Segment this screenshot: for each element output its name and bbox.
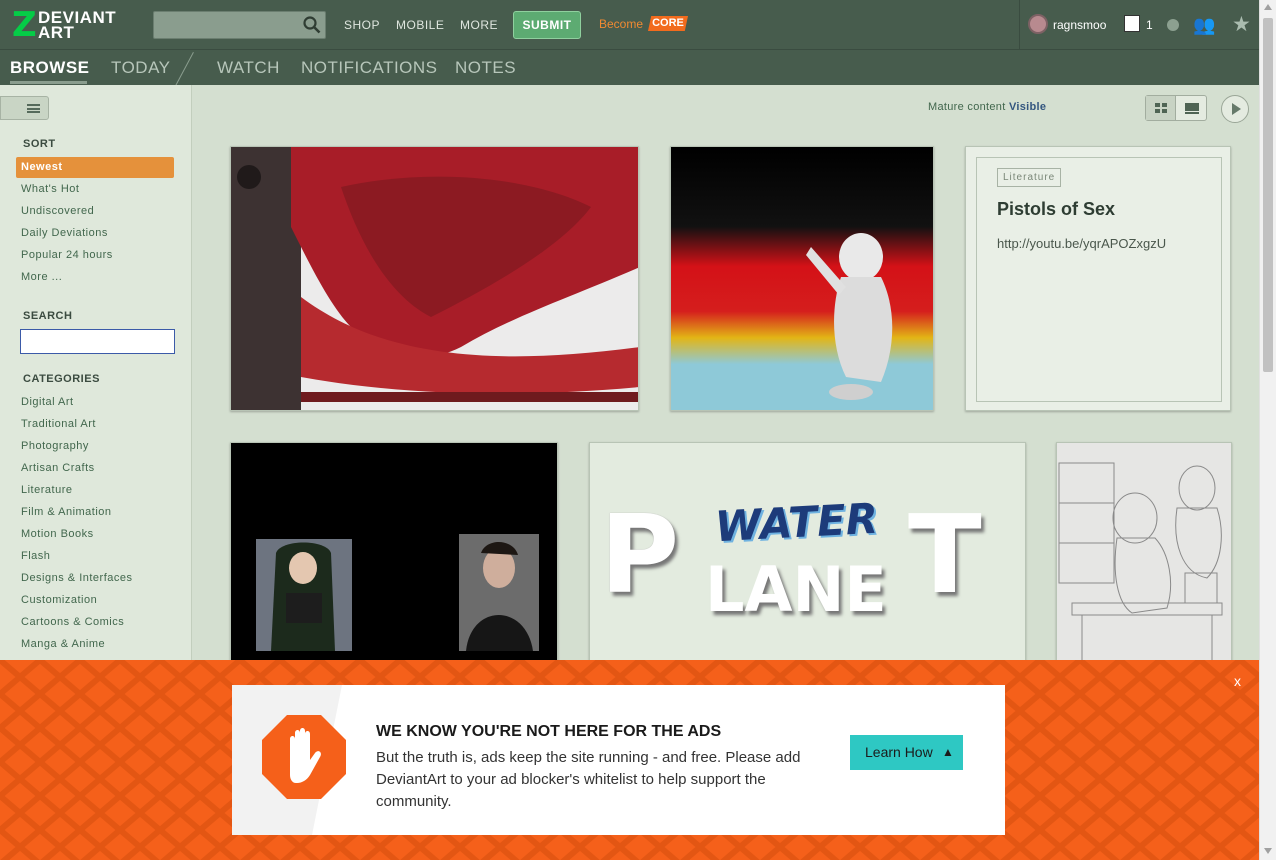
nav-shop-link[interactable]: SHOP — [344, 18, 380, 32]
deviation-literature-card[interactable]: Literature Pistols of Sex http://youtu.b… — [965, 146, 1231, 411]
message-count: 1 — [1146, 18, 1153, 32]
sidebar-toggle-button[interactable] — [0, 96, 49, 120]
portraits-image — [231, 443, 557, 661]
flag-figure-image — [671, 147, 933, 410]
ad-title: WE KNOW YOU'RE NOT HERE FOR THE ADS — [376, 723, 722, 740]
chevron-down-icon[interactable] — [1167, 19, 1179, 31]
deviation-thumbnail-red-abstract[interactable] — [230, 146, 639, 411]
deviation-thumbnail-portraits[interactable] — [230, 442, 558, 662]
deviation-thumbnail-pencil-sketch[interactable] — [1056, 442, 1232, 662]
sort-item-popular-24h[interactable]: Popular 24 hours — [21, 249, 113, 261]
list-view-button[interactable] — [1177, 96, 1207, 120]
play-slideshow-button[interactable] — [1221, 95, 1249, 123]
category-cartoons-comics[interactable]: Cartoons & Comics — [21, 616, 124, 628]
top-search-box — [153, 11, 326, 39]
category-manga-anime[interactable]: Manga & Anime — [21, 638, 105, 650]
sort-heading: SORT — [23, 138, 56, 150]
deviation-thumbnail-flag-figure[interactable] — [670, 146, 934, 411]
category-photography[interactable]: Photography — [21, 440, 89, 452]
sub-nav: BROWSE TODAY WATCH NOTIFICATIONS NOTES — [0, 50, 1259, 85]
category-film-animation[interactable]: Film & Animation — [21, 506, 112, 518]
page-scrollbar[interactable] — [1259, 0, 1276, 860]
category-literature[interactable]: Literature — [21, 484, 72, 496]
tab-browse[interactable]: BROWSE — [10, 58, 90, 78]
category-traditional-art[interactable]: Traditional Art — [21, 418, 96, 430]
ad-message-card: WE KNOW YOU'RE NOT HERE FOR THE ADS But … — [232, 685, 1005, 835]
sidebar-search-input[interactable] — [20, 329, 175, 354]
deviantart-logo[interactable]: Z DEVIANT ART — [12, 8, 132, 42]
active-tab-underline — [10, 81, 87, 84]
learn-how-button[interactable]: Learn How ▲ — [850, 735, 963, 770]
ad-blocker-banner: x WE KNOW YOU'RE NOT HERE FOR THE ADS Bu… — [0, 660, 1259, 860]
deviation-thumbnail-water-planet[interactable]: P WATER LANE T — [589, 442, 1026, 662]
literature-title[interactable]: Pistols of Sex — [997, 199, 1115, 220]
chevron-up-icon: ▲ — [942, 745, 954, 759]
search-icon[interactable] — [303, 16, 321, 34]
ad-body-text: But the truth is, ads keep the site runn… — [376, 749, 801, 810]
literature-tag: Literature — [997, 168, 1062, 187]
nav-mobile-link[interactable]: MOBILE — [396, 18, 444, 32]
red-abstract-image — [231, 147, 638, 410]
water-planet-word-lane: LANE — [705, 553, 887, 626]
messages-icon[interactable] — [1124, 15, 1140, 32]
mature-content-label: Mature content — [928, 101, 1006, 113]
username-link[interactable]: ragnsmoo — [1053, 18, 1106, 32]
core-badge[interactable]: CORE — [648, 16, 688, 31]
top-bar: Z DEVIANT ART SHOP MOBILE MORE SUBMIT Be… — [0, 0, 1259, 50]
top-search-input[interactable] — [154, 12, 299, 38]
scroll-down-arrow[interactable] — [1264, 848, 1272, 854]
scrollbar-thumb[interactable] — [1263, 18, 1273, 372]
tab-notifications[interactable]: NOTIFICATIONS — [301, 58, 438, 78]
list-view-icon — [1185, 103, 1199, 114]
categories-heading: CATEGORIES — [23, 373, 100, 385]
view-mode-toggle — [1145, 95, 1207, 121]
menu-icon — [27, 104, 40, 113]
close-icon[interactable]: x — [1234, 673, 1241, 689]
grid-icon — [1155, 103, 1167, 113]
literature-link[interactable]: http://youtu.be/yqrAPOZxgzU — [997, 236, 1166, 251]
logo-text-line2: ART — [38, 23, 75, 42]
sort-item-newest[interactable]: Newest — [16, 157, 174, 178]
tab-watch[interactable]: WATCH — [217, 58, 280, 78]
category-flash[interactable]: Flash — [21, 550, 50, 562]
grid-view-button[interactable] — [1146, 96, 1176, 120]
tab-notes[interactable]: NOTES — [455, 58, 516, 78]
stop-hand-icon — [262, 715, 346, 799]
user-area — [1019, 0, 1020, 50]
water-planet-word-water: WATER — [713, 493, 880, 552]
mature-content-toggle[interactable]: Mature content Visible — [928, 101, 1046, 113]
category-designs-interfaces[interactable]: Designs & Interfaces — [21, 572, 133, 584]
water-planet-big-letter-p: P — [600, 493, 680, 618]
tab-today[interactable]: TODAY — [111, 58, 171, 78]
sort-item-more[interactable]: More ... — [21, 271, 62, 283]
search-heading: SEARCH — [23, 310, 73, 322]
pencil-sketch-image — [1057, 443, 1231, 661]
scroll-up-arrow[interactable] — [1264, 4, 1272, 10]
groups-icon[interactable]: 👥 — [1193, 15, 1215, 36]
mature-content-value: Visible — [1008, 101, 1047, 113]
sort-item-undiscovered[interactable]: Undiscovered — [21, 205, 94, 217]
category-digital-art[interactable]: Digital Art — [21, 396, 74, 408]
nav-more-link[interactable]: MORE — [460, 18, 498, 32]
water-planet-big-letter-t: T — [908, 493, 982, 618]
submit-button[interactable]: SUBMIT — [513, 11, 581, 39]
sort-item-whats-hot[interactable]: What's Hot — [21, 183, 79, 195]
avatar[interactable] — [1028, 14, 1048, 34]
deviantart-logo-icon: Z — [12, 5, 37, 45]
category-motion-books[interactable]: Motion Books — [21, 528, 94, 540]
learn-how-label: Learn How — [865, 744, 933, 760]
category-customization[interactable]: Customization — [21, 594, 97, 606]
sort-item-daily-deviations[interactable]: Daily Deviations — [21, 227, 108, 239]
become-core-link[interactable]: Become — [599, 17, 643, 31]
literature-card-frame: Literature Pistols of Sex http://youtu.b… — [976, 157, 1222, 402]
category-artisan-crafts[interactable]: Artisan Crafts — [21, 462, 95, 474]
star-icon[interactable]: ★ — [1232, 12, 1251, 37]
